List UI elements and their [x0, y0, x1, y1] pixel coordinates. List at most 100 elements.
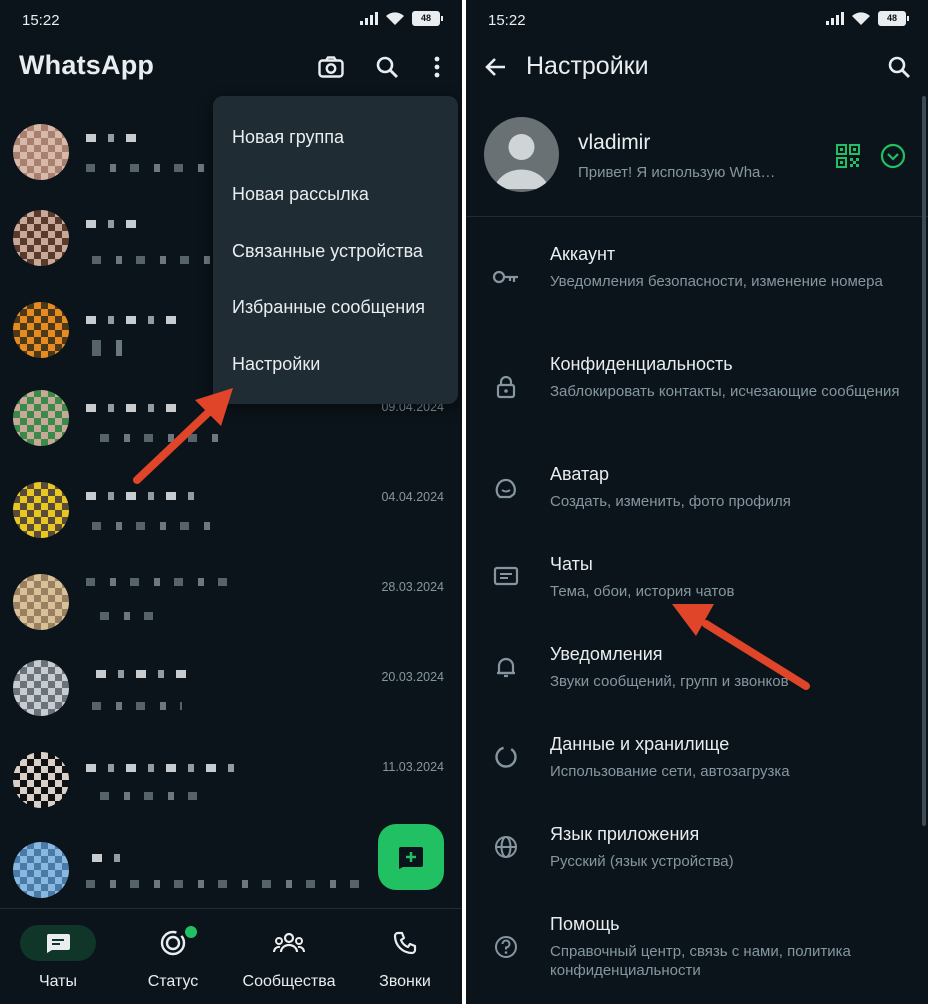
nav-label: Чаты: [38, 973, 78, 990]
avatar: [13, 842, 69, 898]
chat-date: 20.03.2024: [381, 670, 444, 684]
nav-active-indicator: [20, 925, 96, 961]
menu-item-settings[interactable]: Настройки: [232, 354, 320, 375]
chat-row[interactable]: 20.03.2024: [0, 648, 462, 738]
blurred-message-preview: [100, 612, 160, 620]
settings-item-storage[interactable]: Данные и хранилище Использование сети, а…: [466, 720, 928, 810]
avatar: [13, 124, 69, 180]
nav-label: Звонки: [379, 973, 431, 990]
storage-icon: [491, 742, 521, 772]
settings-item-title: Конфиденциальность: [550, 354, 733, 374]
avatar: [13, 660, 69, 716]
battery-icon: 48: [412, 11, 443, 26]
communities-icon: [273, 932, 305, 953]
page-title: Настройки: [526, 52, 649, 80]
settings-item-subtitle: Создать, изменить, фото профиля: [550, 493, 791, 510]
scrollbar[interactable]: [922, 96, 926, 826]
battery-icon: 48: [878, 11, 909, 26]
blurred-contact-name: [86, 134, 146, 142]
qr-code-icon[interactable]: [836, 144, 860, 173]
status-bar-icons: 48: [360, 11, 443, 26]
chat-date: 04.04.2024: [381, 490, 444, 504]
new-chat-button[interactable]: [378, 824, 444, 890]
nav-label: Сообщества: [242, 973, 336, 990]
menu-item-starred-messages[interactable]: Избранные сообщения: [232, 297, 425, 318]
chat-icon: [46, 934, 70, 953]
blurred-message-preview: [92, 340, 132, 356]
nav-calls[interactable]: Звонки: [350, 925, 460, 991]
wifi-icon: [386, 12, 404, 25]
nav-pill: [251, 925, 327, 961]
divider: [466, 216, 928, 217]
settings-item-title: Аватар: [550, 464, 610, 484]
nav-status[interactable]: Статус: [118, 925, 228, 991]
wifi-icon: [852, 12, 870, 25]
settings-item-title: Чаты: [550, 554, 593, 574]
nav-label: Статус: [147, 973, 199, 990]
blurred-message-preview: [86, 880, 366, 888]
blurred-message-preview: [100, 792, 200, 800]
nav-pill: [367, 925, 443, 961]
settings-item-subtitle: Использование сети, автозагрузка: [550, 763, 790, 780]
blurred-contact-name: [86, 578, 236, 586]
annotation-arrow: [133, 388, 233, 484]
settings-item-title: Данные и хранилище: [550, 734, 730, 754]
chat-row[interactable]: 11.03.2024: [0, 738, 462, 828]
key-icon: [491, 262, 521, 292]
expand-circle-icon[interactable]: [880, 143, 906, 174]
more-vert-icon[interactable]: [422, 52, 452, 82]
profile-status: Привет! Я использую Wha…: [578, 164, 776, 181]
blurred-contact-name: [92, 854, 132, 862]
annotation-arrow: [672, 604, 810, 690]
new-chat-icon: [399, 847, 423, 869]
settings-item-title: Аккаунт: [550, 244, 616, 264]
settings-item-help[interactable]: Помощь Справочный центр, связь с нами, п…: [466, 900, 928, 990]
settings-item-language[interactable]: Язык приложения Русский (язык устройства…: [466, 810, 928, 900]
profile-avatar[interactable]: [484, 117, 559, 192]
settings-item-title: Язык приложения: [550, 824, 700, 844]
chat-date: 11.03.2024: [382, 760, 444, 774]
chat-row[interactable]: 28.03.2024: [0, 558, 462, 648]
settings-item-subtitle: Уведомления безопасности, изменение номе…: [550, 273, 883, 290]
search-icon[interactable]: [884, 52, 914, 82]
lock-icon: [491, 372, 521, 402]
camera-icon[interactable]: [316, 52, 346, 82]
bottom-navigation: Чаты Статус Сообщества Звонки: [0, 908, 462, 1004]
nav-pill: [135, 925, 211, 961]
settings-item-privacy[interactable]: Конфиденциальность Заблокировать контакт…: [466, 340, 928, 430]
settings-item-subtitle: Справочный центр, связь с нами, политика…: [550, 943, 851, 979]
settings-screen: 15:22 48 Настройки vladimir Привет! Я ис…: [466, 0, 928, 1004]
blurred-message-preview: [86, 164, 216, 172]
blurred-contact-name: [86, 492, 206, 500]
search-icon[interactable]: [372, 52, 402, 82]
avatar: [13, 574, 69, 630]
blurred-message-preview: [92, 702, 182, 710]
status-bar-time: 15:22: [22, 12, 60, 29]
status-icon: [160, 930, 186, 956]
blurred-contact-name: [86, 220, 136, 228]
avatar: [13, 752, 69, 808]
menu-item-new-group[interactable]: Новая группа: [232, 127, 344, 148]
blurred-contact-name: [86, 764, 236, 772]
avatar: [13, 482, 69, 538]
profile-name: vladimir: [578, 131, 651, 154]
status-bar-icons: 48: [826, 11, 909, 26]
menu-item-new-broadcast[interactable]: Новая рассылка: [232, 184, 369, 205]
nav-chats[interactable]: Чаты: [3, 925, 113, 991]
signal-icon: [826, 12, 844, 25]
avatar: [13, 210, 69, 266]
settings-item-subtitle: Заблокировать контакты, исчезающие сообщ…: [550, 383, 900, 400]
signal-icon: [360, 12, 378, 25]
default-avatar-icon: [494, 134, 549, 189]
settings-item-avatar[interactable]: Аватар Создать, изменить, фото профиля: [466, 450, 928, 540]
settings-item-title: Уведомления: [550, 644, 663, 664]
avatar: [13, 390, 69, 446]
back-arrow-icon[interactable]: [480, 52, 510, 82]
chats-screen: 15:22 48 WhatsApp 09.04.2024 04.04.2024 …: [0, 0, 462, 1004]
nav-communities[interactable]: Сообщества: [234, 925, 344, 991]
settings-item-account[interactable]: Аккаунт Уведомления безопасности, измене…: [466, 230, 928, 320]
help-icon: [491, 932, 521, 962]
menu-item-linked-devices[interactable]: Связанные устройства: [232, 241, 423, 262]
avatar: [13, 302, 69, 358]
overflow-menu: Новая группа Новая рассылка Связанные ус…: [213, 96, 458, 404]
